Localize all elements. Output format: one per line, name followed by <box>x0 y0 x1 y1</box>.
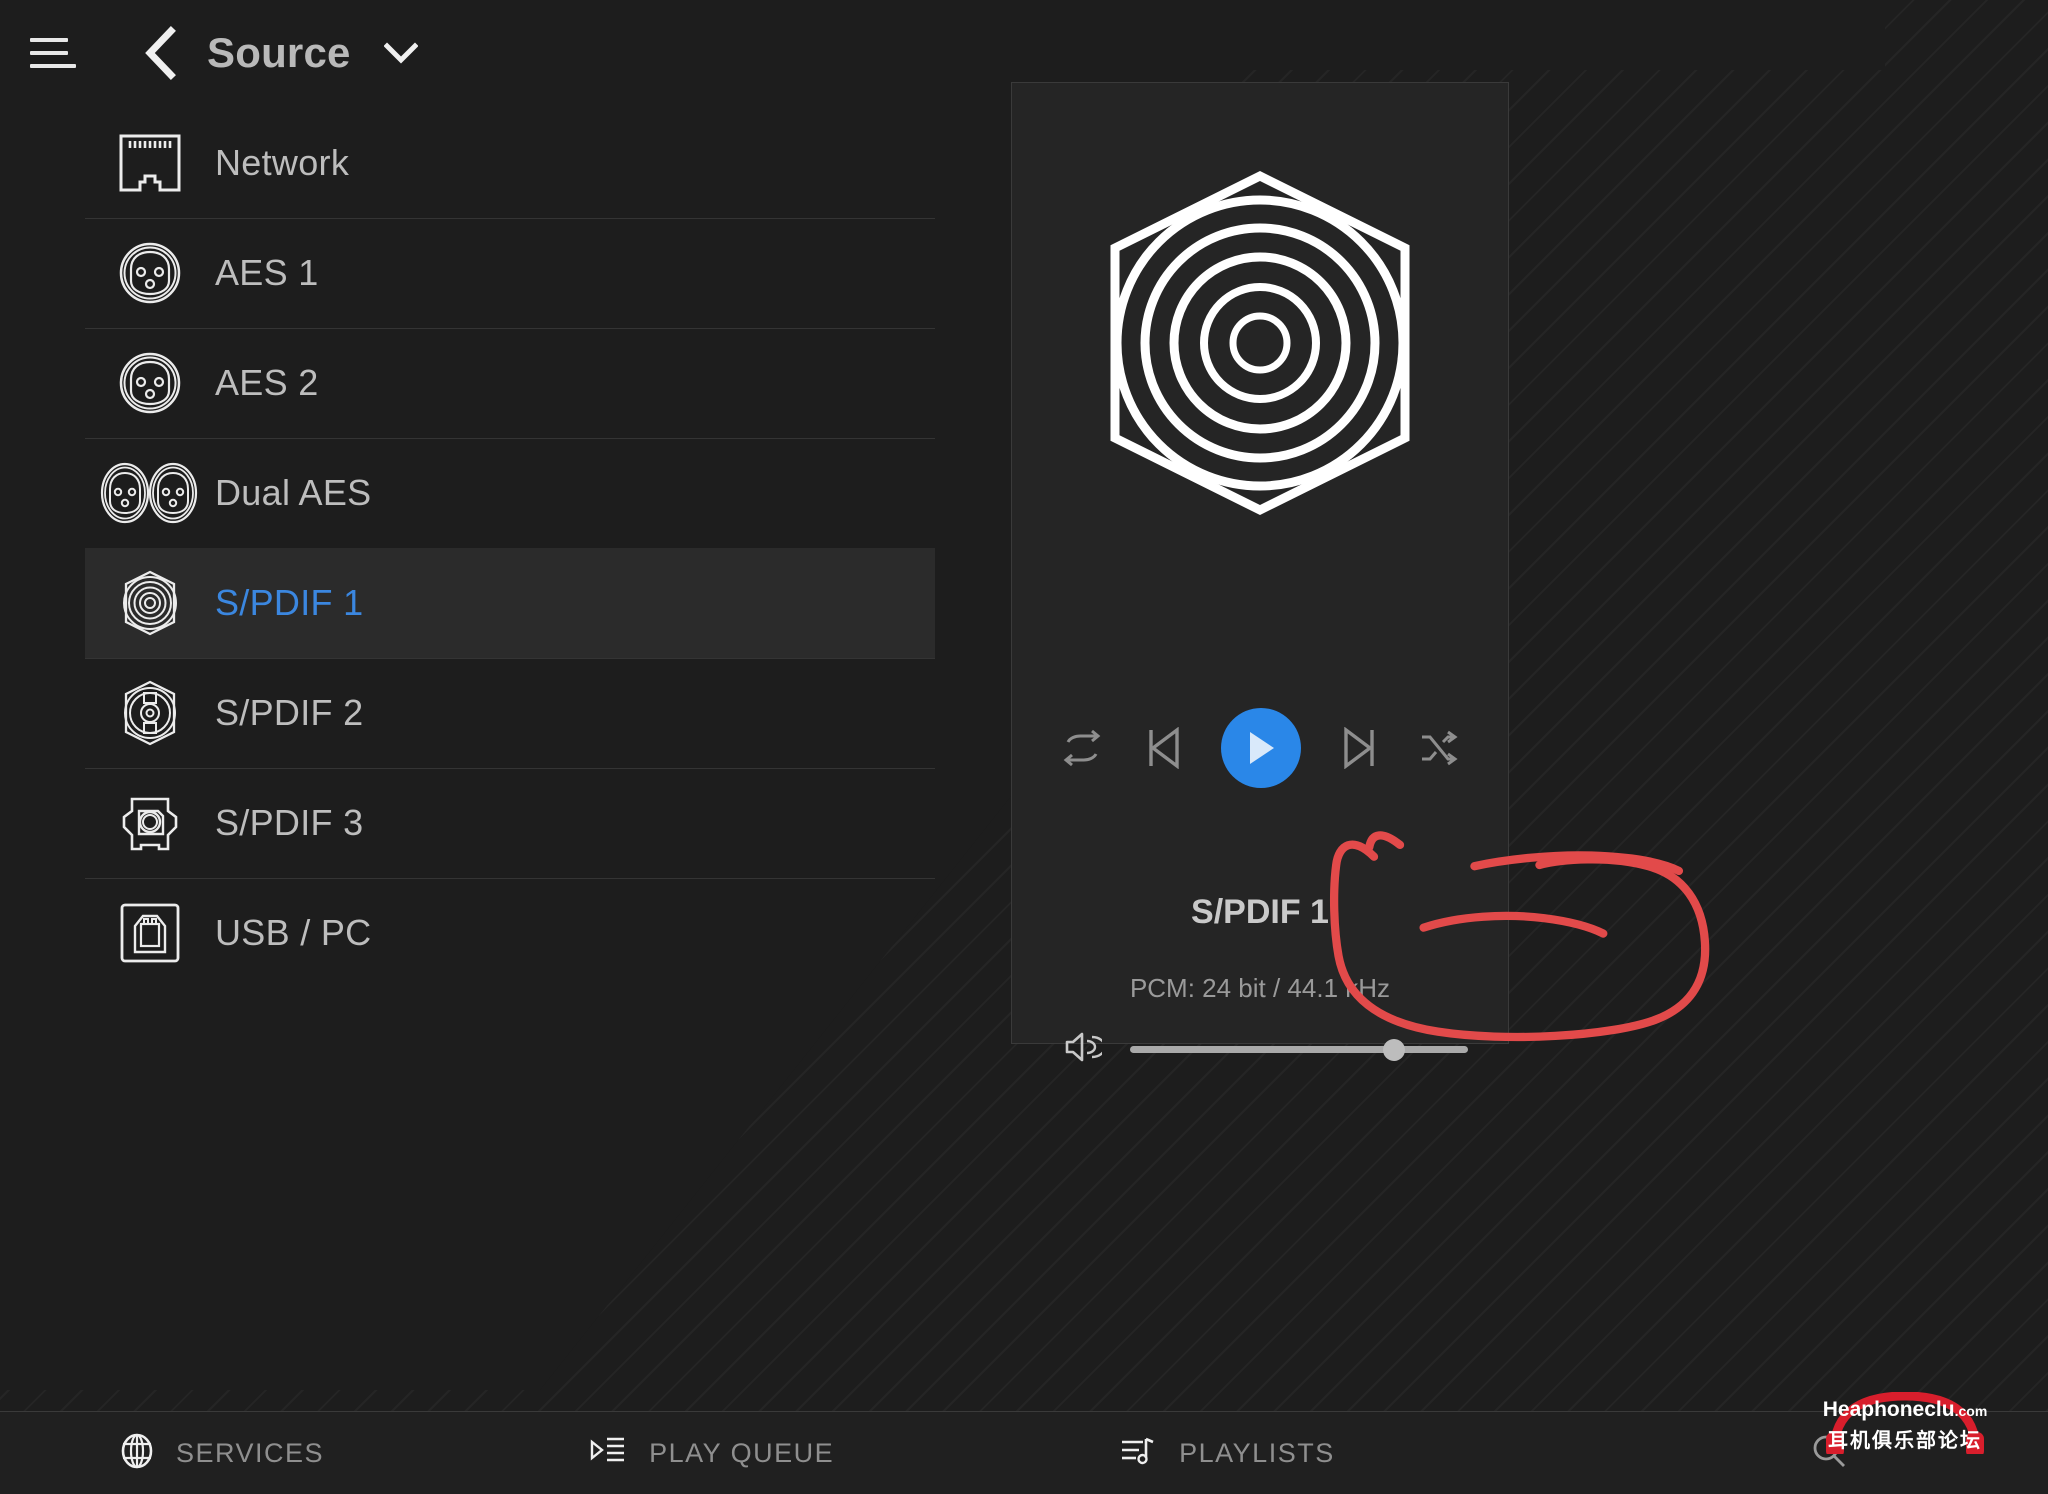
watermark-line-1: Heaphoneclu.com <box>1822 1398 1988 1421</box>
nav-item-label: PLAYLISTS <box>1179 1437 1335 1468</box>
xlr-connector-icon <box>85 241 215 305</box>
volume-control <box>1064 1031 1468 1068</box>
source-item-label: S/PDIF 1 <box>215 582 364 623</box>
nav-item-label: PLAY QUEUE <box>649 1437 835 1468</box>
source-item-dual-aes[interactable]: Dual AES <box>85 438 935 548</box>
skip-next-icon[interactable] <box>1343 727 1377 769</box>
nav-item-play-queue[interactable]: PLAY QUEUE <box>589 1434 834 1473</box>
repeat-icon[interactable] <box>1060 729 1104 767</box>
shuffle-icon[interactable] <box>1418 729 1460 767</box>
bottom-navigation-bar: SERVICES PLAY QUEUE PLAYLISTS <box>0 1411 2048 1494</box>
source-item-label: S/PDIF 2 <box>215 692 364 733</box>
source-list: Network AES 1 AES 2 Dual AES S/PDIF 1 S/… <box>85 108 935 988</box>
skip-previous-icon[interactable] <box>1146 727 1180 769</box>
nav-item-services[interactable]: SERVICES <box>120 1433 324 1474</box>
now-playing-format: PCM: 24 bit / 44.1 kHz <box>1129 973 1391 1003</box>
source-item-label: Network <box>215 142 350 183</box>
source-item-label: USB / PC <box>215 912 372 953</box>
dual-xlr-connector-icon <box>85 461 215 525</box>
site-watermark: Heaphoneclu.com 耳机俱乐部论坛 <box>1780 1392 2030 1488</box>
page-title: Source <box>207 28 351 76</box>
volume-slider-thumb[interactable] <box>1382 1038 1405 1061</box>
play-queue-icon <box>589 1434 627 1473</box>
play-button[interactable] <box>1221 708 1301 788</box>
watermark-line-2: 耳机俱乐部论坛 <box>1828 1430 1982 1452</box>
source-item-usb-pc[interactable]: USB / PC <box>85 878 935 988</box>
now-playing-artwork <box>1065 168 1455 523</box>
chevron-down-icon[interactable] <box>381 33 421 73</box>
source-item-spdif-1[interactable]: S/PDIF 1 <box>85 548 935 658</box>
source-item-label: S/PDIF 3 <box>215 802 364 843</box>
source-item-network[interactable]: Network <box>85 108 935 218</box>
nav-item-label: SERVICES <box>176 1437 325 1468</box>
source-item-label: AES 2 <box>215 362 319 403</box>
volume-slider[interactable] <box>1130 1038 1468 1061</box>
source-item-label: Dual AES <box>215 472 372 513</box>
globe-icon <box>120 1433 154 1474</box>
playlist-note-icon <box>1119 1434 1157 1473</box>
top-app-bar: Source <box>0 0 2048 105</box>
now-playing-title: S/PDIF 1 <box>1191 893 1329 931</box>
speaker-volume-icon[interactable] <box>1064 1031 1107 1068</box>
toslink-optical-icon <box>85 789 215 857</box>
rj45-network-jack-icon <box>85 132 215 194</box>
usb-type-b-icon <box>85 900 215 966</box>
source-item-spdif-2[interactable]: S/PDIF 2 <box>85 658 935 768</box>
source-item-spdif-3[interactable]: S/PDIF 3 <box>85 768 935 878</box>
rca-coax-connector-icon <box>85 569 215 637</box>
bnc-connector-icon <box>85 679 215 747</box>
nav-item-playlists[interactable]: PLAYLISTS <box>1119 1434 1335 1473</box>
hamburger-menu-icon[interactable] <box>30 30 76 76</box>
source-item-aes-2[interactable]: AES 2 <box>85 328 935 438</box>
transport-controls <box>1012 708 1508 788</box>
source-item-label: AES 1 <box>215 252 319 293</box>
xlr-connector-icon <box>85 351 215 415</box>
source-selection-screen: Source Network AES 1 AES 2 Dual AES S/PD… <box>0 0 2048 1494</box>
now-playing-panel: S/PDIF 1 PCM: 24 bit / 44.1 kHz <box>1011 82 1509 1062</box>
source-item-aes-1[interactable]: AES 1 <box>85 218 935 328</box>
chevron-left-icon[interactable] <box>139 25 181 81</box>
